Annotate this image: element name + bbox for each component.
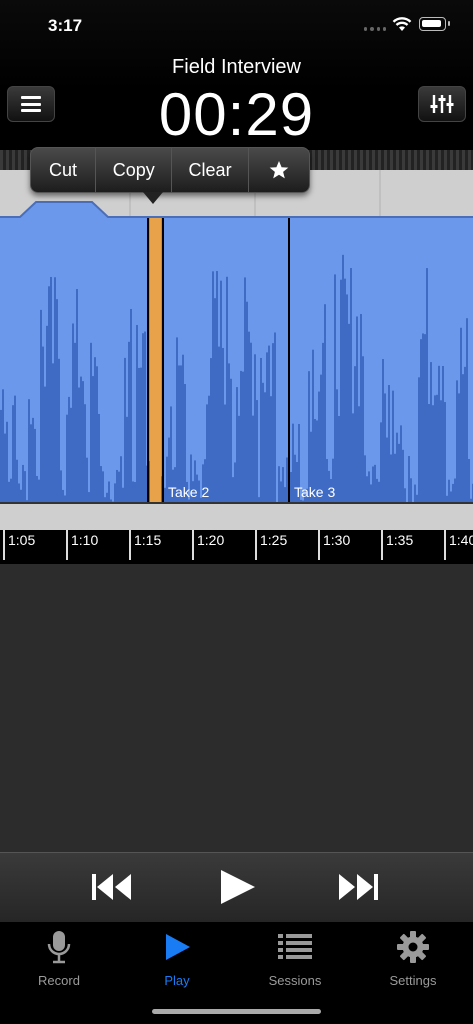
transport-bar — [0, 852, 473, 922]
favorite-button[interactable] — [249, 148, 309, 192]
tab-label: Sessions — [268, 973, 322, 988]
wifi-icon — [392, 17, 412, 31]
tab-record[interactable]: Record — [4, 930, 114, 988]
take-label: Take 3 — [294, 484, 336, 500]
tick-label: 1:15 — [134, 532, 162, 548]
app-screen: 3:17 Field Interview 00:29 Take 2 Take 3… — [0, 0, 473, 1024]
tab-label: Play — [164, 973, 190, 988]
list-icon — [278, 934, 312, 959]
mixer-button[interactable] — [418, 86, 466, 122]
bottom-lane — [0, 504, 473, 530]
take-label: Take 2 — [168, 484, 210, 500]
tick-label: 1:05 — [8, 532, 36, 548]
tick-label: 1:30 — [323, 532, 351, 548]
menu-button[interactable] — [7, 86, 55, 122]
microphone-icon — [47, 931, 71, 964]
status-time: 3:17 — [48, 16, 83, 35]
skip-forward-button[interactable] — [336, 867, 380, 907]
tick-label: 1:25 — [260, 532, 288, 548]
skip-back-button[interactable] — [90, 867, 134, 907]
cut-button[interactable]: Cut — [31, 148, 97, 192]
time-ruler[interactable]: 1:05 1:10 1:15 1:20 1:25 1:30 1:35 1:40 — [0, 530, 473, 564]
playhead[interactable] — [150, 218, 161, 504]
edit-menu: Cut Copy Clear — [30, 147, 310, 193]
waveform — [0, 218, 473, 504]
waveform-area[interactable] — [0, 218, 473, 504]
tick-label: 1:35 — [386, 532, 414, 548]
skip-back-icon — [92, 874, 131, 900]
battery-icon — [419, 17, 450, 31]
tick-label: 1:20 — [197, 532, 225, 548]
hamburger-icon — [21, 96, 41, 112]
tab-label: Settings — [389, 973, 437, 988]
tick-label: 1:10 — [71, 532, 99, 548]
clear-button[interactable]: Clear — [172, 148, 249, 192]
play-icon — [221, 870, 255, 904]
copy-button[interactable]: Copy — [96, 148, 173, 192]
cellular-signal-icon — [364, 27, 386, 32]
play-icon — [166, 934, 190, 960]
home-indicator — [152, 1009, 321, 1014]
tab-label: Record — [38, 973, 80, 988]
tab-settings[interactable]: Settings — [358, 930, 468, 988]
sliders-icon — [430, 95, 454, 113]
star-icon — [269, 161, 289, 179]
play-button[interactable] — [216, 867, 258, 907]
tick-label: 1:40 — [449, 532, 473, 548]
skip-forward-icon — [339, 874, 378, 900]
tab-sessions[interactable]: Sessions — [240, 930, 350, 988]
elapsed-timer: 00:29 — [158, 81, 315, 148]
gear-icon — [397, 931, 429, 963]
header: 3:17 Field Interview 00:29 — [0, 0, 473, 150]
tab-play[interactable]: Play — [122, 930, 232, 988]
session-title: Field Interview — [172, 56, 301, 78]
edit-menu-arrow — [143, 192, 163, 204]
